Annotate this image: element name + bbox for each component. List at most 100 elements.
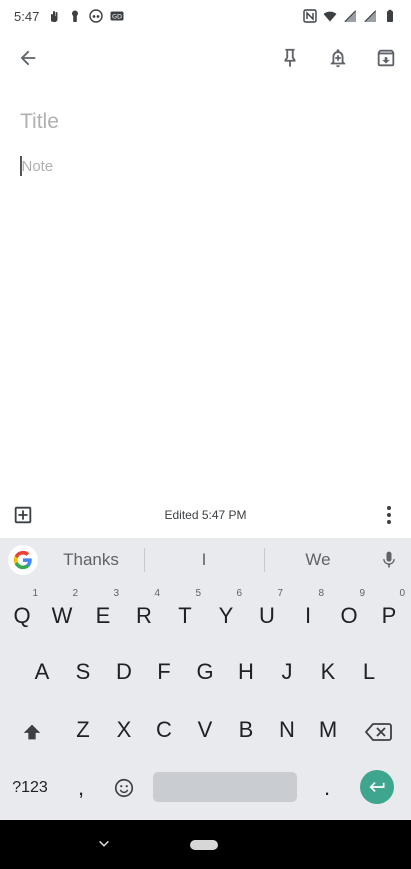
key-m[interactable]: M <box>308 710 348 750</box>
key-label: U <box>259 603 275 628</box>
edited-timestamp: Edited 5:47 PM <box>164 508 247 522</box>
key-r[interactable]: R4 <box>124 588 164 636</box>
key-label: I <box>304 603 312 628</box>
more-options-button[interactable] <box>381 504 397 526</box>
enter-key[interactable] <box>360 770 394 804</box>
symbols-key[interactable]: ?123 <box>4 768 56 808</box>
key-j[interactable]: J <box>267 652 307 692</box>
suggestion-2[interactable]: I <box>164 550 244 570</box>
signal-icon <box>343 9 357 23</box>
key-label: P <box>381 603 397 628</box>
key-a[interactable]: A <box>22 652 62 692</box>
key-hint: 4 <box>154 588 160 599</box>
key-v[interactable]: V <box>185 710 225 750</box>
google-logo-icon[interactable] <box>8 545 38 575</box>
key-n[interactable]: N <box>267 710 307 750</box>
more-vert-icon <box>387 506 391 524</box>
key-hint: 0 <box>399 588 405 599</box>
key-hint: 9 <box>359 588 365 599</box>
note-bottom-bar: Edited 5:47 PM <box>0 500 411 530</box>
backspace-key[interactable] <box>356 712 400 752</box>
key-c[interactable]: C <box>144 710 184 750</box>
key-label: Y <box>218 603 234 628</box>
back-arrow-icon <box>20 50 36 66</box>
vr-icon <box>89 9 104 23</box>
status-time: 5:47 <box>14 8 40 24</box>
hand-icon <box>47 9 61 23</box>
emoji-smiley-icon <box>114 778 134 798</box>
key-hint: 5 <box>195 588 201 599</box>
backspace-icon <box>365 723 392 741</box>
svg-text:GD: GD <box>112 13 122 21</box>
back-button[interactable] <box>12 42 44 74</box>
key-h[interactable]: H <box>226 652 266 692</box>
voice-input-button[interactable] <box>379 549 399 571</box>
status-icons-left: GD <box>47 9 124 23</box>
shift-key[interactable] <box>12 712 52 752</box>
battery-icon <box>383 9 397 23</box>
pin-icon <box>284 48 296 68</box>
key-f[interactable]: F <box>144 652 184 692</box>
key-hint: 7 <box>277 588 283 599</box>
enter-return-icon <box>369 782 385 792</box>
comma-key[interactable]: , <box>66 768 96 808</box>
pin-button[interactable] <box>274 42 306 74</box>
key-x[interactable]: X <box>104 710 144 750</box>
key-z[interactable]: Z <box>63 710 103 750</box>
system-nav-bar <box>0 820 411 869</box>
key-label: E <box>95 603 111 628</box>
suggestion-3[interactable]: We <box>278 550 358 570</box>
note-body-input[interactable]: Note <box>20 156 380 176</box>
key-e[interactable]: E3 <box>83 588 123 636</box>
key-o[interactable]: O9 <box>329 588 369 636</box>
key-k[interactable]: K <box>308 652 348 692</box>
archive-button[interactable] <box>370 42 402 74</box>
nav-back-icon <box>99 840 109 847</box>
period-key[interactable]: . <box>312 768 342 808</box>
title-input[interactable]: Title <box>20 110 380 134</box>
nav-home-pill[interactable] <box>190 840 218 850</box>
note-toolbar <box>0 36 411 80</box>
key-l[interactable]: L <box>349 652 389 692</box>
key-hint: 1 <box>32 588 38 599</box>
nfc-icon <box>303 9 317 23</box>
key-hint: 6 <box>236 588 242 599</box>
reminder-bell-icon <box>330 49 346 68</box>
wifi-icon <box>323 9 337 23</box>
key-hint: 3 <box>113 588 119 599</box>
key-g[interactable]: G <box>185 652 225 692</box>
key-label: W <box>51 603 73 628</box>
keyhole-icon <box>68 9 82 23</box>
key-p[interactable]: P0 <box>369 588 409 636</box>
spacebar-key[interactable] <box>153 772 297 802</box>
key-s[interactable]: S <box>63 652 103 692</box>
suggestion-bar: Thanks I We <box>0 538 411 582</box>
reminder-button[interactable] <box>322 42 354 74</box>
microphone-icon <box>383 551 395 568</box>
key-y[interactable]: Y6 <box>206 588 246 636</box>
suggestion-1[interactable]: Thanks <box>50 550 132 570</box>
key-d[interactable]: D <box>104 652 144 692</box>
archive-icon <box>377 49 395 67</box>
key-q[interactable]: Q1 <box>2 588 42 636</box>
note-placeholder: Note <box>21 157 54 175</box>
key-w[interactable]: W2 <box>42 588 82 636</box>
key-label: O <box>340 603 358 628</box>
key-hint: 2 <box>72 588 78 599</box>
key-b[interactable]: B <box>226 710 266 750</box>
status-bar: 5:47 GD <box>0 0 411 32</box>
key-i[interactable]: I8 <box>288 588 328 636</box>
key-u[interactable]: U7 <box>247 588 287 636</box>
shift-icon <box>23 724 41 740</box>
key-hint: 8 <box>318 588 324 599</box>
status-icons-right <box>303 9 397 23</box>
key-label: R <box>136 603 152 628</box>
nav-back-button[interactable] <box>96 836 112 852</box>
suggestion-divider <box>144 548 145 572</box>
signal-icon <box>363 9 377 23</box>
gd-icon: GD <box>110 9 124 23</box>
key-label: Q <box>13 603 31 628</box>
emoji-key[interactable] <box>104 768 144 808</box>
suggestion-divider <box>264 548 265 572</box>
key-t[interactable]: T5 <box>165 588 205 636</box>
